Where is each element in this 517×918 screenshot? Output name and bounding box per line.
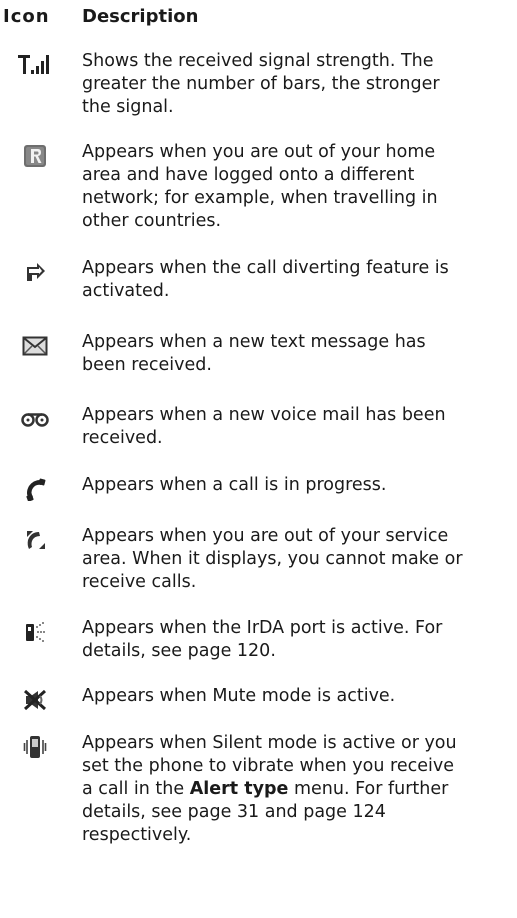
voice-mail-icon xyxy=(0,404,70,434)
call-in-progress-icon xyxy=(0,474,70,504)
call-divert-icon xyxy=(0,257,70,287)
mute-icon xyxy=(0,685,70,715)
signal-strength-icon xyxy=(0,50,70,80)
row-description: Appears when Mute mode is active. xyxy=(82,686,396,706)
alert-type-menu-name: Alert type xyxy=(189,779,289,799)
row-description: Appears when Silent mode is active or yo… xyxy=(82,732,514,847)
irda-icon xyxy=(0,617,70,647)
row-description: Shows the received signal strength. The … xyxy=(82,51,440,117)
description-column-header: Description xyxy=(82,6,199,27)
row-description: Appears when the IrDA port is active. Fo… xyxy=(82,618,443,661)
no-service-icon xyxy=(0,525,70,555)
row-description: Appears when a call is in progress. xyxy=(82,475,387,495)
row-description: Appears when you are out of your home ar… xyxy=(82,142,438,231)
text-message-icon xyxy=(0,331,70,361)
roaming-icon xyxy=(0,141,70,171)
row-description: Appears when you are out of your service… xyxy=(82,526,463,592)
row-description: Appears when a new text message has been… xyxy=(82,332,426,375)
icon-column-header: Icon xyxy=(3,6,50,27)
row-description: Appears when the call diverting feature … xyxy=(82,258,449,301)
silent-vibrate-icon xyxy=(0,732,70,762)
row-description: Appears when a new voice mail has been r… xyxy=(82,405,446,448)
